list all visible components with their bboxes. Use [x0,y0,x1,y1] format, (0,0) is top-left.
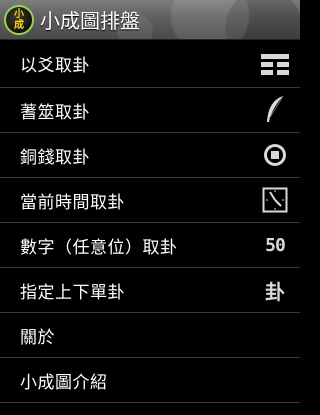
coin-icon [260,140,290,170]
clock-icon [260,185,290,215]
menu-item-label: 以爻取卦 [20,56,90,76]
menu-item-specify[interactable]: 指定上下單卦 卦 [0,268,300,313]
app-logo: 小 成 [4,4,34,35]
number-icon: 50 [265,234,286,256]
menu-item-yarrow[interactable]: 蓍筮取卦 [0,88,300,133]
menu-item-number[interactable]: 數字（任意位）取卦 50 [0,223,300,268]
menu-item-time[interactable]: 當前時間取卦 [0,178,300,223]
logo-char-bottom: 成 [14,19,24,31]
menu-item-label: 當前時間取卦 [20,192,125,213]
menu-item-label: 蓍筮取卦 [20,102,90,123]
menu-item-label: 銅錢取卦 [20,147,90,168]
trigram-lines-icon [260,49,290,79]
app-root: 小 成 小成圖排盤 以爻取卦 蓍筮取卦 銅錢取卦 當前時間取卦 數字（任意位）取… [0,0,300,415]
menu-item-label: 指定上下單卦 [20,282,125,303]
menu-item-coin[interactable]: 銅錢取卦 [0,133,300,178]
title-bar: 小 成 小成圖排盤 [0,0,300,40]
menu-item-label: 小成圖介紹 [20,372,108,393]
logo-char-top: 小 [14,8,24,20]
hexagram-char-icon: 卦 [265,279,285,304]
menu-item-yao[interactable]: 以爻取卦 [0,40,300,88]
menu-item-label: 數字（任意位）取卦 [20,237,178,258]
menu-item-label: 關於 [20,327,55,348]
main-menu: 以爻取卦 蓍筮取卦 銅錢取卦 當前時間取卦 數字（任意位）取卦 50 指定上下單… [0,40,300,403]
feather-icon [260,95,290,125]
menu-item-about[interactable]: 關於 [0,313,300,358]
menu-item-intro[interactable]: 小成圖介紹 [0,358,300,403]
app-title: 小成圖排盤 [40,9,140,33]
